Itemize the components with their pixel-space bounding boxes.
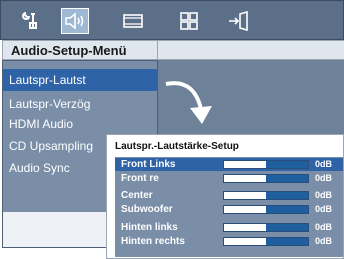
volume-value: 0dB — [315, 173, 333, 183]
volume-slider[interactable] — [223, 160, 309, 169]
volume-level — [266, 161, 308, 168]
speaker-row-rear-left[interactable]: Hinten links 0dB — [115, 221, 343, 234]
volume-value: 0dB — [315, 159, 333, 169]
tab-preferences[interactable] — [175, 8, 203, 34]
title-bar-filler — [158, 40, 344, 60]
speaker-label: Hinten links — [121, 222, 178, 233]
volume-value: 0dB — [315, 222, 333, 232]
volume-slider[interactable] — [223, 223, 309, 232]
tab-video[interactable] — [119, 8, 147, 34]
menu-item-speaker-delay[interactable]: Lautspr-Verzög — [3, 93, 157, 115]
tab-audio[interactable] — [61, 8, 89, 34]
exit-door-icon — [229, 11, 248, 31]
speaker-volume-panel: Lautspr.-Lautstärke-Setup Front Links 0d… — [106, 134, 344, 259]
curved-arrow-icon — [165, 81, 212, 124]
settings-icon-bar — [0, 0, 344, 40]
volume-value: 0dB — [315, 236, 333, 246]
preferences-grid-icon — [180, 12, 198, 30]
speaker-volume-title: Lautspr.-Lautstärke-Setup — [115, 141, 239, 152]
tab-exit[interactable] — [225, 8, 253, 34]
volume-slider[interactable] — [223, 191, 309, 200]
speaker-label: Hinten rechts — [121, 236, 185, 247]
menu-item-hdmi-audio[interactable]: HDMI Audio — [3, 113, 157, 135]
video-screen-icon — [123, 14, 143, 28]
menu-item-speaker-volume[interactable]: Lautspr-Lautst — [3, 69, 157, 91]
speaker-label: Front re — [121, 173, 159, 184]
speaker-row-subwoofer[interactable]: Subwoofer 0dB — [115, 203, 343, 216]
volume-level — [266, 238, 308, 245]
speaker-label: Front Links — [121, 159, 176, 170]
speaker-row-rear-right[interactable]: Hinten rechts 0dB — [115, 235, 343, 248]
volume-level — [266, 175, 308, 182]
speaker-label: Center — [121, 190, 153, 201]
volume-value: 0dB — [315, 190, 333, 200]
volume-level — [266, 206, 308, 213]
volume-level — [266, 192, 308, 199]
speaker-volume-rows: Front Links 0dB Front re 0dB Center 0dB … — [115, 157, 343, 257]
general-settings-icon — [22, 12, 37, 29]
speaker-row-front-left[interactable]: Front Links 0dB — [115, 158, 343, 171]
volume-level — [266, 224, 308, 231]
menu-title: Audio-Setup-Menü — [2, 40, 158, 60]
speaker-label: Subwoofer — [121, 204, 173, 215]
tab-general-settings[interactable] — [17, 8, 45, 34]
speaker-row-center[interactable]: Center 0dB — [115, 189, 343, 202]
volume-slider[interactable] — [223, 237, 309, 246]
speaker-row-front-right[interactable]: Front re 0dB — [115, 172, 343, 185]
volume-slider[interactable] — [223, 205, 309, 214]
volume-value: 0dB — [315, 204, 333, 214]
volume-slider[interactable] — [223, 174, 309, 183]
audio-speaker-icon — [65, 12, 84, 30]
